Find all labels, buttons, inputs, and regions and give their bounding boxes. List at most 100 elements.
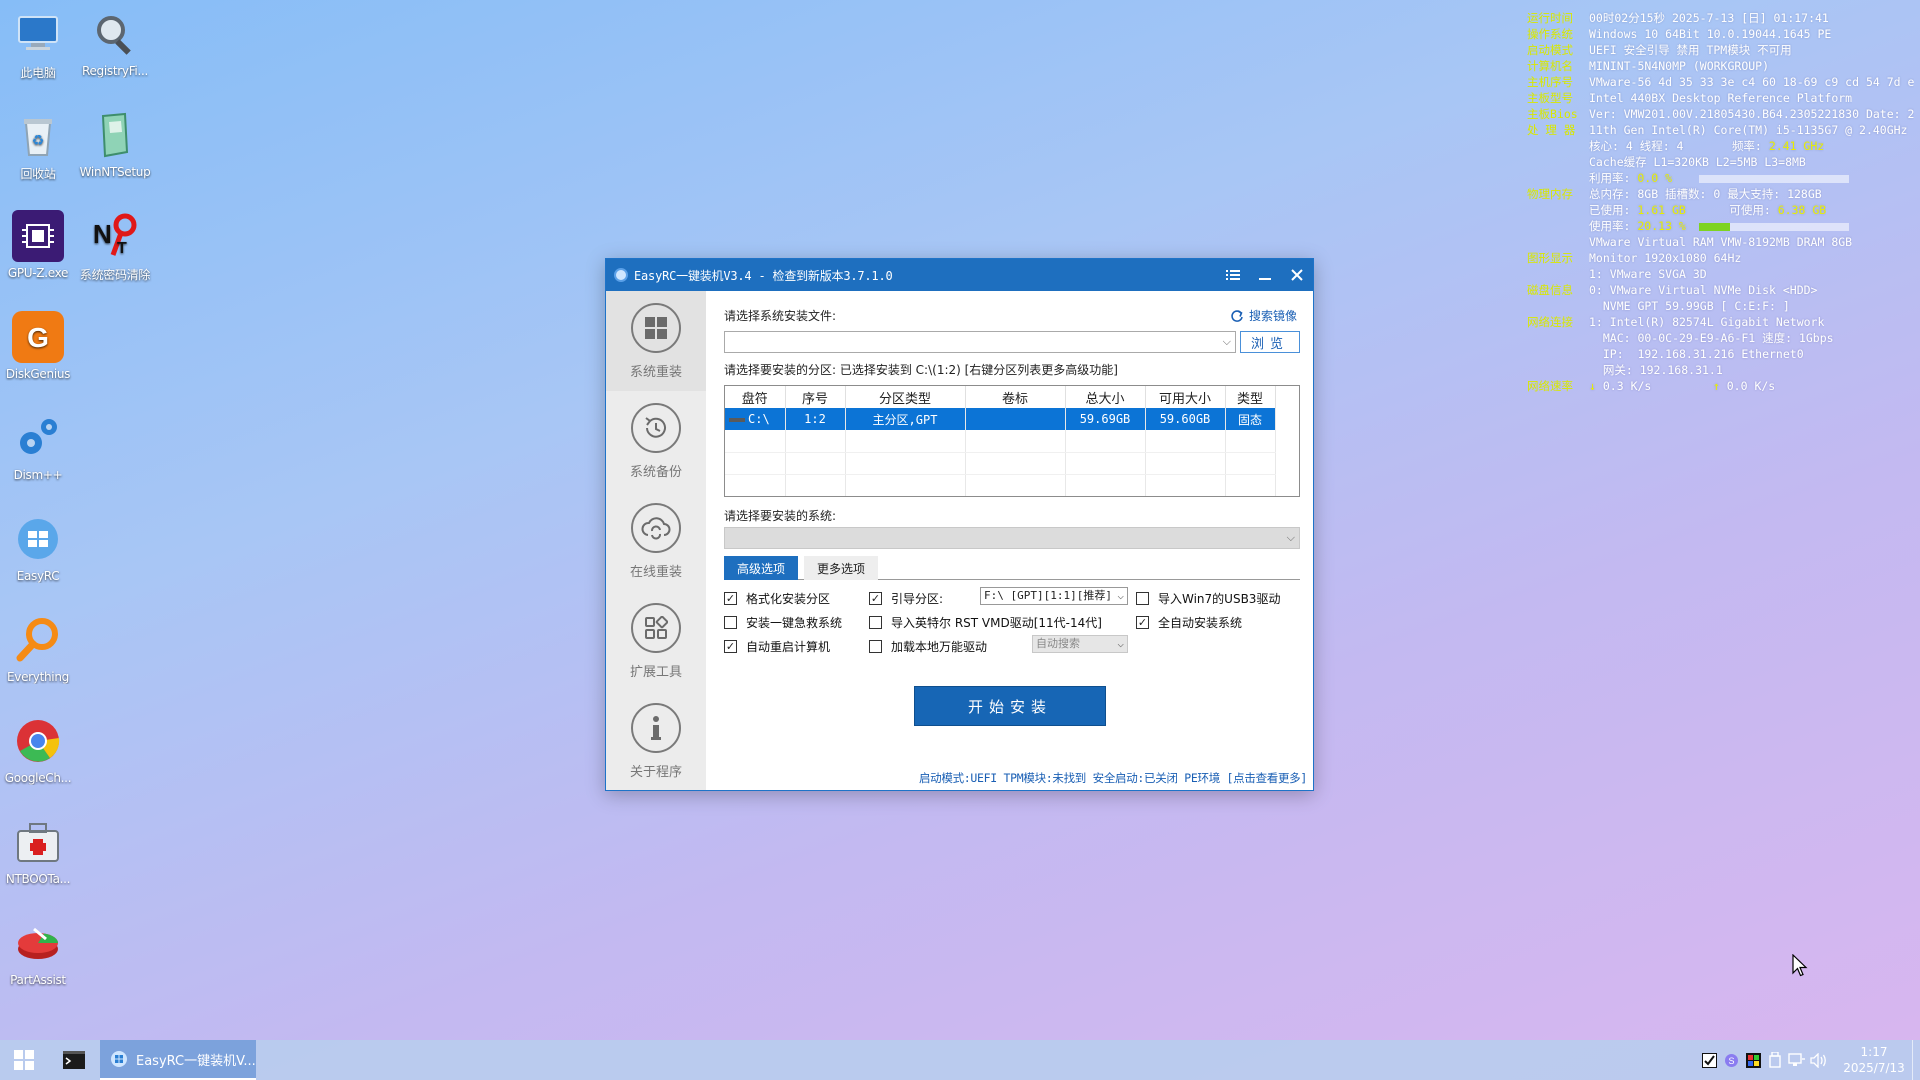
desktop-icon-label: GoogleCh...: [4, 771, 72, 785]
tab-more-options[interactable]: 更多选项: [804, 556, 878, 580]
format-partition-checkbox[interactable]: ✓ 格式化安装分区: [724, 590, 830, 607]
start-install-button[interactable]: 开始安装: [914, 686, 1106, 726]
sysinfo-value: 1: VMware SVGA 3D: [1589, 267, 1707, 281]
sidebar-item-extension-tools[interactable]: 扩展工具: [606, 591, 706, 691]
easyrc-window: EasyRC一键装机V3.4 - 检查到新版本3.7.1.0 系统重装 系统备份: [605, 258, 1314, 791]
title-bar[interactable]: EasyRC一键装机V3.4 - 检查到新版本3.7.1.0: [606, 259, 1313, 291]
windows-icon: [631, 302, 681, 353]
info-icon: [631, 702, 681, 753]
gears-icon: [12, 412, 64, 464]
checkbox-label: 加载本地万能驱动: [891, 640, 988, 654]
browse-button[interactable]: 浏览: [1240, 331, 1300, 353]
svg-text:T: T: [117, 240, 127, 257]
chevron-down-icon: ⌵: [1222, 335, 1231, 348]
column-header[interactable]: 可用大小: [1145, 386, 1226, 408]
desktop-icon-diskgenius[interactable]: G DiskGenius: [0, 311, 83, 381]
table-row[interactable]: C:\ 1:2 主分区,GPT 59.69GB 59.60GB 固态: [725, 408, 1276, 430]
cpu-cache: Cache缓存 L1=320KB L2=5MB L3=8MB: [1589, 155, 1806, 169]
local-driver-select[interactable]: 自动搜索 ⌵: [1032, 635, 1128, 653]
column-header[interactable]: 总大小: [1065, 386, 1146, 408]
auto-install-checkbox[interactable]: ✓ 全自动安装系统: [1136, 614, 1242, 631]
checkbox-label: 导入Win7的USB3驱动: [1158, 592, 1281, 606]
mem-avail-value: 6.38 GB: [1777, 203, 1827, 217]
search-icon: [12, 614, 64, 666]
sysinfo-key: 处 理 器: [1527, 123, 1576, 137]
column-header[interactable]: 卷标: [965, 386, 1066, 408]
refresh-icon: [1231, 309, 1243, 322]
network-icon[interactable]: [1786, 1040, 1808, 1080]
desktop-icon-dism[interactable]: Dism++: [0, 412, 83, 482]
app-icon: [614, 268, 628, 282]
input-method-icon[interactable]: S: [1720, 1040, 1742, 1080]
sysinfo-key: 计算机名: [1527, 59, 1573, 73]
status-bar-link[interactable]: 启动模式:UEFI TPM模块:未找到 安全启动:已关闭 PE环境 [点击查看更…: [919, 770, 1307, 786]
sidebar-item-system-backup[interactable]: 系统备份: [606, 391, 706, 491]
taskbar-app-label: EasyRC一键装机V...: [136, 1053, 256, 1069]
sysinfo-value: UEFI 安全引导 禁用 TPM模块 不可用: [1589, 43, 1792, 57]
partition-table[interactable]: 盘符 序号 分区类型 卷标 总大小 可用大小 类型 C:\ 1:2 主分区,GP…: [724, 385, 1300, 497]
install-file-combo[interactable]: ⌵: [724, 331, 1236, 353]
taskbar-clock[interactable]: 1:17 2025/7/13: [1836, 1044, 1912, 1076]
drive-icon: [729, 417, 745, 422]
sysinfo-key: 网络速率: [1527, 379, 1573, 393]
sysinfo-value: NVME GPT 59.99GB [ C:E:F: ]: [1589, 299, 1790, 313]
checkbox-box: [869, 640, 882, 653]
desktop-icon-winntsetup[interactable]: WinNTSetup: [70, 109, 160, 179]
intel-vmd-checkbox[interactable]: 导入英特尔 RST VMD驱动[11代-14代]: [869, 614, 1102, 631]
search-image-link[interactable]: 搜索镜像: [1230, 307, 1297, 324]
table-row-empty: [725, 474, 1276, 496]
desktop-icon-ntboot[interactable]: NTBOOTa...: [0, 816, 83, 886]
menu-icon[interactable]: [1217, 259, 1249, 291]
sidebar-item-about[interactable]: 关于程序: [606, 691, 706, 791]
desktop-icon-everything[interactable]: Everything: [0, 614, 83, 684]
boot-partition-checkbox[interactable]: ✓ 引导分区:: [869, 590, 943, 607]
table-cell: C:\: [725, 408, 786, 430]
boot-partition-select[interactable]: F:\ [GPT][1:1][推荐] ⌵: [980, 587, 1128, 605]
checkbox-label: 格式化安装分区: [746, 592, 831, 606]
desktop-icon-chrome[interactable]: GoogleCh...: [0, 715, 83, 785]
diskgenius-icon: G: [12, 311, 64, 363]
terminal-icon: [63, 1051, 85, 1069]
gpu-chip-icon: [12, 210, 64, 262]
column-header[interactable]: 盘符: [725, 386, 786, 408]
color-monitor-icon[interactable]: [1742, 1040, 1764, 1080]
sysinfo-key: 主板型号: [1527, 91, 1573, 105]
volume-icon[interactable]: [1808, 1040, 1830, 1080]
start-button[interactable]: [0, 1040, 48, 1080]
sysinfo-key: 图形显示: [1527, 251, 1573, 265]
sidebar-item-label: 系统备份: [629, 464, 682, 480]
checkmark-icon[interactable]: [1698, 1040, 1720, 1080]
column-header[interactable]: 分区类型: [845, 386, 966, 408]
table-cell: 59.69GB: [1065, 408, 1146, 430]
checkbox-label: 自动重启计算机: [746, 640, 831, 654]
mouse-cursor-icon: [1792, 953, 1808, 982]
table-header-row: 盘符 序号 分区类型 卷标 总大小 可用大小 类型: [725, 386, 1276, 408]
win7-usb3-checkbox[interactable]: 导入Win7的USB3驱动: [1136, 590, 1280, 607]
emergency-system-checkbox[interactable]: 安装一键急救系统: [724, 614, 842, 631]
local-driver-checkbox[interactable]: 加载本地万能驱动: [869, 638, 987, 655]
show-desktop-button[interactable]: [1912, 1040, 1920, 1080]
taskbar-app-easyrc[interactable]: EasyRC一键装机V...: [100, 1040, 256, 1080]
close-icon[interactable]: [1281, 259, 1313, 291]
column-header[interactable]: 序号: [785, 386, 846, 408]
desktop-icon-password-reset[interactable]: NT 系统密码清除: [70, 210, 160, 283]
sidebar-item-system-reinstall[interactable]: 系统重装: [606, 291, 706, 391]
desktop-icon-easyrc[interactable]: EasyRC: [0, 513, 83, 583]
auto-reboot-checkbox[interactable]: ✓ 自动重启计算机: [724, 638, 830, 655]
desktop-icon-partassist[interactable]: PartAssist: [0, 917, 83, 987]
usb-device-icon[interactable]: [1764, 1040, 1786, 1080]
sidebar-item-online-reinstall[interactable]: 在线重装: [606, 491, 706, 591]
system-select-combo[interactable]: ⌵: [724, 527, 1300, 549]
svg-text:S: S: [1728, 1056, 1734, 1066]
tab-advanced-options[interactable]: 高级选项: [724, 556, 798, 580]
local-driver-value: 自动搜索: [1036, 637, 1080, 650]
main-panel: 请选择系统安装文件: 搜索镜像 ⌵ 浏览 请选择要安装的分区: 已选择安装到 C…: [706, 291, 1313, 790]
desktop-icon-registry[interactable]: RegistryFi...: [70, 8, 160, 78]
taskbar-terminal[interactable]: [48, 1040, 100, 1080]
search-image-label: 搜索镜像: [1249, 309, 1298, 323]
clock-time: 1:17: [1860, 1045, 1888, 1059]
cpu-freq-key: 频率:: [1731, 139, 1762, 153]
sidebar-item-label: 在线重装: [629, 564, 682, 580]
column-header[interactable]: 类型: [1225, 386, 1276, 408]
minimize-icon[interactable]: [1249, 259, 1281, 291]
